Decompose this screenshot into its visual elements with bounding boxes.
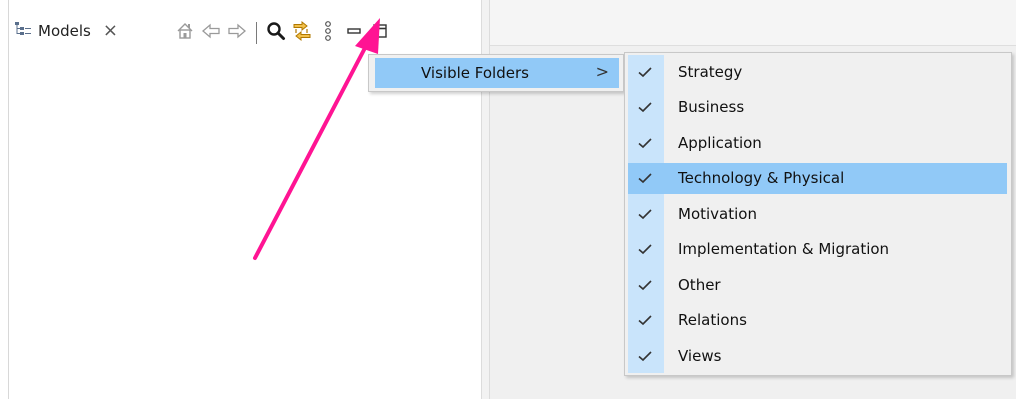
submenu-item[interactable]: Technology & Physical [625, 161, 1011, 197]
checkmark-icon [638, 209, 652, 219]
view-menu-button[interactable] [315, 20, 341, 46]
submenu-items: Strategy Business Application Technology & … [625, 54, 1011, 374]
minimize-button[interactable] [341, 20, 367, 46]
editor-area-header [490, 0, 1016, 46]
view-menu-icon [322, 20, 334, 46]
submenu-item[interactable]: Business [625, 90, 1011, 126]
submenu-item[interactable]: Other [625, 267, 1011, 303]
back-icon [201, 21, 221, 45]
submenu-item-label: Views [678, 346, 722, 365]
forward-button[interactable] [224, 20, 250, 46]
submenu-item-label: Business [678, 98, 745, 117]
back-button[interactable] [198, 20, 224, 46]
submenu-arrow-icon: > [595, 62, 609, 81]
menu-item-visible-folders[interactable]: Visible Folders > [375, 58, 619, 88]
home-button[interactable] [172, 20, 198, 46]
model-tree-icon [14, 21, 32, 41]
models-tab[interactable]: Models × [14, 16, 118, 46]
checkmark-icon [638, 102, 652, 113]
submenu-item-label: Other [678, 275, 721, 294]
submenu-item[interactable]: Motivation [625, 196, 1011, 232]
home-icon [175, 21, 195, 45]
submenu-item-label: Implementation & Migration [678, 240, 890, 259]
maximize-icon [371, 22, 389, 44]
checkmark-icon [638, 280, 652, 290]
close-icon[interactable]: × [103, 22, 118, 40]
checkmark-icon [638, 244, 652, 255]
checkmark-icon [638, 315, 652, 326]
minimize-icon [345, 22, 363, 44]
submenu-item-label: Relations [678, 311, 747, 330]
submenu-item[interactable]: Relations [625, 303, 1011, 339]
submenu-item[interactable]: Strategy [625, 54, 1011, 90]
link-icon [291, 20, 313, 46]
submenu-item[interactable]: Application [625, 125, 1011, 161]
checkmark-icon [638, 351, 652, 361]
view-toolbar [172, 19, 393, 47]
toolbar-separator [256, 22, 257, 44]
tab-label: Models [38, 22, 91, 40]
checkmark-icon [638, 173, 652, 184]
submenu-item-label: Application [678, 133, 762, 152]
visible-folders-submenu: Strategy Business Application Technology & … [624, 52, 1012, 376]
submenu-item[interactable]: Views [625, 338, 1011, 374]
search-icon [266, 21, 286, 45]
submenu-item-label: Technology & Physical [678, 169, 845, 188]
checkmark-icon [638, 138, 652, 148]
submenu-item-label: Strategy [678, 62, 743, 81]
maximize-button[interactable] [367, 20, 393, 46]
view-menu-popup: Visible Folders > [368, 54, 624, 92]
checkmark-icon [638, 67, 652, 77]
submenu-item-label: Motivation [678, 204, 757, 223]
forward-icon [227, 21, 247, 45]
link-to-editor-button[interactable] [289, 20, 315, 46]
search-button[interactable] [263, 20, 289, 46]
submenu-item[interactable]: Implementation & Migration [625, 232, 1011, 268]
menu-item-label: Visible Folders [421, 64, 529, 82]
